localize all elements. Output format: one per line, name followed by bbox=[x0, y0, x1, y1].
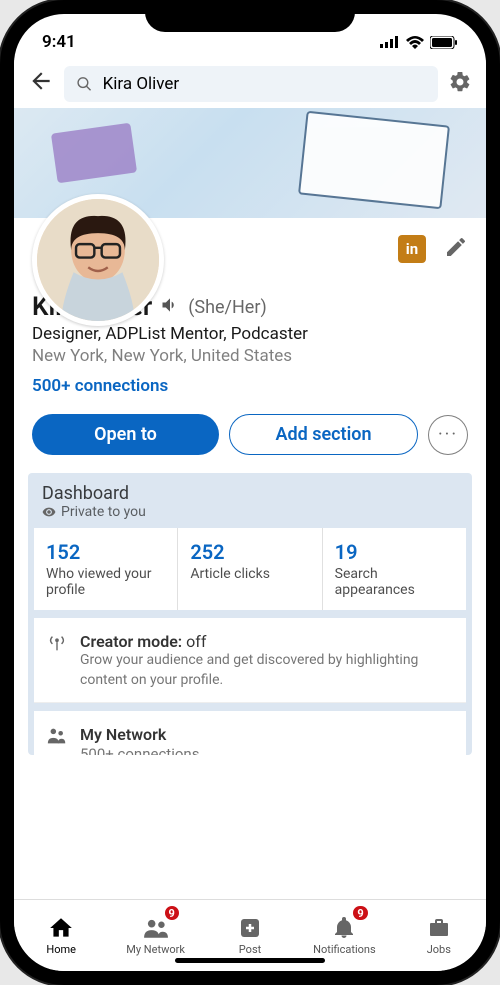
stat-label: Who viewed your profile bbox=[46, 566, 165, 598]
settings-gear-icon[interactable] bbox=[448, 70, 472, 98]
back-arrow-icon[interactable] bbox=[28, 68, 54, 101]
my-network-title: My Network bbox=[80, 725, 452, 744]
nav-label: My Network bbox=[126, 943, 185, 956]
linkedin-badge-icon[interactable]: in bbox=[398, 235, 426, 263]
nav-label: Post bbox=[239, 943, 261, 956]
home-icon bbox=[48, 915, 74, 941]
profile-avatar[interactable] bbox=[32, 194, 164, 326]
my-network-sub1: 500+ connections bbox=[80, 745, 452, 755]
profile-location: New York, New York, United States bbox=[32, 346, 468, 366]
search-box[interactable] bbox=[64, 66, 438, 102]
nav-label: Home bbox=[46, 943, 76, 956]
creator-mode-title: Creator mode: off bbox=[80, 632, 452, 651]
open-to-button[interactable]: Open to bbox=[32, 414, 219, 455]
dashboard-header: Dashboard Private to you bbox=[28, 473, 472, 528]
stat-value: 252 bbox=[190, 540, 309, 564]
nav-home[interactable]: Home bbox=[14, 900, 108, 971]
people-icon bbox=[46, 725, 70, 751]
profile-headline: Designer, ADPList Mentor, Podcaster bbox=[32, 324, 468, 344]
nav-label: Notifications bbox=[313, 943, 376, 956]
stat-value: 152 bbox=[46, 540, 165, 564]
nav-label: Jobs bbox=[427, 943, 451, 956]
dashboard-privacy: Private to you bbox=[42, 504, 458, 520]
more-actions-button[interactable]: ··· bbox=[428, 415, 468, 455]
phone-frame: 9:41 in bbox=[0, 0, 500, 985]
antenna-icon bbox=[46, 632, 70, 658]
stat-article-clicks[interactable]: 252 Article clicks bbox=[178, 528, 322, 610]
phone-screen: 9:41 in bbox=[14, 14, 486, 971]
dashboard-title: Dashboard bbox=[42, 483, 458, 504]
phone-notch bbox=[145, 0, 355, 32]
dashboard-stats: 152 Who viewed your profile 252 Article … bbox=[34, 528, 466, 610]
briefcase-icon bbox=[427, 915, 451, 941]
creator-mode-card[interactable]: Creator mode: off Grow your audience and… bbox=[34, 618, 466, 703]
battery-icon bbox=[430, 36, 458, 49]
stat-search-appearances[interactable]: 19 Search appearances bbox=[323, 528, 466, 610]
nav-badge: 9 bbox=[163, 904, 181, 922]
wifi-icon bbox=[406, 36, 424, 49]
stat-profile-views[interactable]: 152 Who viewed your profile bbox=[34, 528, 178, 610]
eye-icon bbox=[42, 505, 56, 519]
search-icon bbox=[76, 75, 93, 93]
creator-mode-sub: Grow your audience and get discovered by… bbox=[80, 651, 452, 690]
stat-value: 19 bbox=[335, 540, 454, 564]
edit-pencil-icon[interactable] bbox=[444, 235, 468, 263]
nav-jobs[interactable]: Jobs bbox=[392, 900, 486, 971]
stat-label: Article clicks bbox=[190, 566, 309, 582]
stat-label: Search appearances bbox=[335, 566, 454, 598]
dashboard-privacy-label: Private to you bbox=[61, 504, 146, 520]
status-time: 9:41 bbox=[42, 32, 76, 52]
pronunciation-speaker-icon[interactable] bbox=[160, 295, 180, 319]
profile-pronouns: (She/Her) bbox=[188, 297, 267, 318]
home-indicator[interactable] bbox=[175, 958, 325, 963]
nav-badge: 9 bbox=[351, 904, 369, 922]
profile-block: Kira Oliver (She/Her) Designer, ADPList … bbox=[14, 268, 486, 410]
dashboard: Dashboard Private to you 152 Who viewed … bbox=[28, 473, 472, 755]
search-input[interactable] bbox=[103, 74, 426, 94]
profile-button-row: Open to Add section ··· bbox=[14, 410, 486, 473]
avatar-image bbox=[37, 199, 159, 321]
status-indicators bbox=[380, 36, 458, 49]
top-bar bbox=[14, 60, 486, 108]
content-scroll[interactable]: in bbox=[14, 108, 486, 899]
profile-connections[interactable]: 500+ connections bbox=[32, 376, 468, 396]
my-network-card[interactable]: My Network 500+ connections Access and m… bbox=[34, 711, 466, 755]
plus-box-icon bbox=[238, 915, 262, 941]
cellular-icon bbox=[380, 36, 400, 48]
add-section-button[interactable]: Add section bbox=[229, 414, 418, 455]
